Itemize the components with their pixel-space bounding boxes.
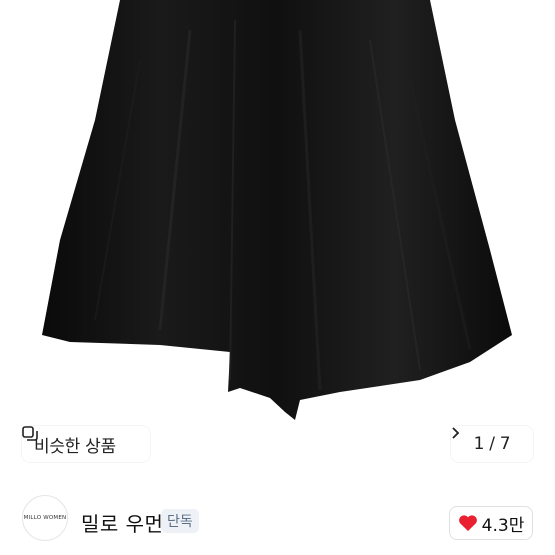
seller-name[interactable]: 밀로 우먼 xyxy=(81,508,163,537)
seller-row[interactable]: MILLO WOMEN 밀로 우먼 단독 4.3만 xyxy=(0,478,555,555)
heart-icon xyxy=(458,515,477,531)
like-button[interactable]: 4.3만 xyxy=(449,506,533,540)
seller-logo-text: MILLO WOMEN xyxy=(23,515,67,521)
seller-logo[interactable]: MILLO WOMEN xyxy=(22,495,68,541)
product-image[interactable]: 비슷한 상품 1 / 7 xyxy=(0,0,555,478)
like-count: 4.3만 xyxy=(481,515,525,536)
skirt-illustration xyxy=(42,0,512,420)
similar-items-label: 비슷한 상품 xyxy=(34,436,116,457)
chevron-right-icon xyxy=(452,427,460,439)
page-counter-text: 1 / 7 xyxy=(473,434,511,454)
exclusive-badge: 단독 xyxy=(161,509,199,533)
image-page-counter[interactable]: 1 / 7 xyxy=(451,426,533,462)
similar-items-icon xyxy=(22,426,38,441)
similar-items-button[interactable]: 비슷한 상품 xyxy=(22,426,150,462)
